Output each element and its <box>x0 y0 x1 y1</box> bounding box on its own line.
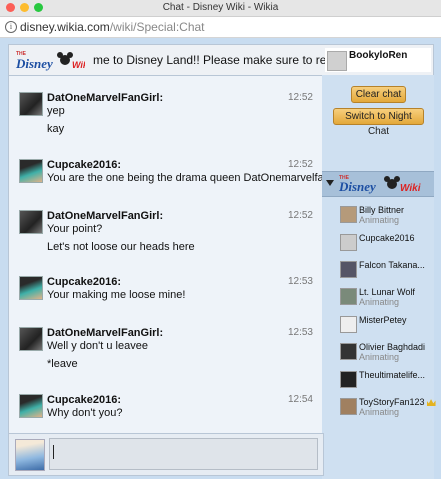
user-avatar[interactable] <box>19 92 43 116</box>
user-avatar[interactable] <box>19 276 43 300</box>
message-line: Why don't you? <box>47 407 123 419</box>
user-avatar[interactable] <box>19 159 43 183</box>
chat-message: DatOneMarvelFanGirl: 12:52 Your point? L… <box>19 210 313 260</box>
zoom-window-button[interactable] <box>34 3 43 12</box>
message-time: 12:52 <box>287 92 313 103</box>
message-line: Your making me loose mine! <box>47 289 186 301</box>
svg-text:Disney: Disney <box>15 56 53 71</box>
svg-text:Wiki: Wiki <box>72 60 85 70</box>
chat-message: Cupcake2016: 12:53 Your making me loose … <box>19 276 313 306</box>
message-time: 12:52 <box>287 210 313 221</box>
user-list-item[interactable]: Cupcake2016 <box>340 233 434 255</box>
user-list-item[interactable]: Olivier Baghdadi Animating <box>340 342 434 364</box>
current-user-name: BookyloRen <box>349 50 408 61</box>
url-text[interactable]: disney.wikia.com/wiki/Special:Chat <box>20 20 205 34</box>
wiki-users-header[interactable]: THE Disney Wiki <box>322 171 434 197</box>
user-status: Animating <box>359 352 400 362</box>
chat-page: THE Disney Wiki me to Disney Land!! Plea… <box>0 38 441 479</box>
user-status: Animating <box>359 215 400 225</box>
user-name: Cupcake2016 <box>359 233 415 243</box>
chat-message: DatOneMarvelFanGirl: 12:53 Well y don't … <box>19 327 313 377</box>
message-author[interactable]: Cupcake2016: <box>47 159 121 171</box>
user-name: Theultimatelife... <box>359 370 426 380</box>
message-author[interactable]: DatOneMarvelFanGirl: <box>47 92 163 104</box>
message-author[interactable]: Cupcake2016: <box>47 276 121 288</box>
user-list-item[interactable]: Billy Bittner Animating <box>340 205 434 227</box>
user-avatar <box>340 206 357 223</box>
disney-wiki-logo[interactable]: THE Disney Wiki <box>15 48 85 72</box>
user-status: Animating <box>359 407 400 417</box>
user-avatar[interactable] <box>19 210 43 234</box>
user-name: ToyStoryFan123 <box>359 397 425 407</box>
message-line: You are the one being the drama queen Da… <box>47 172 324 184</box>
user-avatar <box>340 261 357 278</box>
window-title: Chat - Disney Wiki - Wikia <box>162 2 279 13</box>
message-time: 12:54 <box>287 394 313 405</box>
message-line: *leave <box>47 358 78 370</box>
user-list-item[interactable]: Falcon Takana... <box>340 260 434 282</box>
user-name: Lt. Lunar Wolf <box>359 287 415 297</box>
user-avatar <box>340 316 357 333</box>
user-list-item[interactable]: MisterPetey <box>340 315 434 337</box>
message-time: 12:53 <box>287 327 313 338</box>
chat-header: THE Disney Wiki me to Disney Land!! Plea… <box>8 44 434 76</box>
info-icon[interactable]: i <box>5 21 17 33</box>
message-time: 12:52 <box>287 159 313 170</box>
user-name: MisterPetey <box>359 315 407 325</box>
text-caret <box>53 445 54 459</box>
message-author[interactable]: Cupcake2016: <box>47 394 121 406</box>
url-path: /wiki/Special:Chat <box>109 20 205 34</box>
address-bar[interactable]: i disney.wikia.com/wiki/Special:Chat <box>0 17 441 38</box>
disney-wiki-logo-small: THE Disney Wiki <box>338 175 421 194</box>
svg-text:Wiki: Wiki <box>400 183 421 194</box>
message-author[interactable]: DatOneMarvelFanGirl: <box>47 210 163 222</box>
clear-chat-button[interactable]: Clear chat <box>351 86 406 103</box>
user-list-item[interactable]: ToyStoryFan123 Animating <box>340 397 436 419</box>
minimize-window-button[interactable] <box>20 3 29 12</box>
message-input-bar <box>8 433 324 476</box>
current-user-box[interactable]: BookyloRen <box>325 48 431 72</box>
message-time: 12:53 <box>287 276 313 287</box>
user-name-row: ToyStoryFan123 <box>359 397 436 407</box>
url-domain: disney.wikia.com <box>20 20 110 34</box>
night-chat-button[interactable]: Switch to Night Chat <box>333 108 424 137</box>
user-avatar[interactable] <box>19 394 43 418</box>
user-list-item[interactable]: Theultimatelife... <box>340 370 434 392</box>
close-window-button[interactable] <box>6 3 15 12</box>
user-avatar <box>340 398 357 415</box>
window-titlebar: Chat - Disney Wiki - Wikia <box>0 0 441 17</box>
user-avatar <box>340 234 357 251</box>
user-name: Olivier Baghdadi <box>359 342 426 352</box>
user-avatar <box>340 343 357 360</box>
svg-text:Disney: Disney <box>338 179 376 194</box>
chat-sidebar: Clear chat Switch to Night Chat THE Disn… <box>322 75 436 479</box>
user-avatar[interactable] <box>19 327 43 351</box>
chat-message: Cupcake2016: 12:54 Why don't you? <box>19 394 313 424</box>
user-name: Billy Bittner <box>359 205 405 215</box>
self-avatar <box>15 439 45 471</box>
message-line: yep <box>47 105 65 117</box>
crown-icon <box>426 399 436 407</box>
message-input[interactable] <box>49 438 318 470</box>
user-avatar <box>340 288 357 305</box>
chat-message: DatOneMarvelFanGirl: 12:52 yep kay <box>19 92 313 142</box>
message-author[interactable]: DatOneMarvelFanGirl: <box>47 327 163 339</box>
chat-messages[interactable]: DatOneMarvelFanGirl: 12:52 yep kay Cupca… <box>8 75 324 434</box>
message-line: kay <box>47 123 65 135</box>
message-line: Your point? <box>47 223 103 235</box>
chevron-down-icon[interactable] <box>326 180 334 186</box>
chat-message: Cupcake2016: 12:52 You are the one being… <box>19 159 323 189</box>
user-list-item[interactable]: Lt. Lunar Wolf Animating <box>340 287 434 309</box>
user-avatar <box>340 371 357 388</box>
current-user-avatar <box>327 51 347 71</box>
user-status: Animating <box>359 297 400 307</box>
message-line: Well y don't u leavee <box>47 340 148 352</box>
message-line: Let's not loose our heads here <box>47 241 195 253</box>
user-name: Falcon Takana... <box>359 260 425 270</box>
